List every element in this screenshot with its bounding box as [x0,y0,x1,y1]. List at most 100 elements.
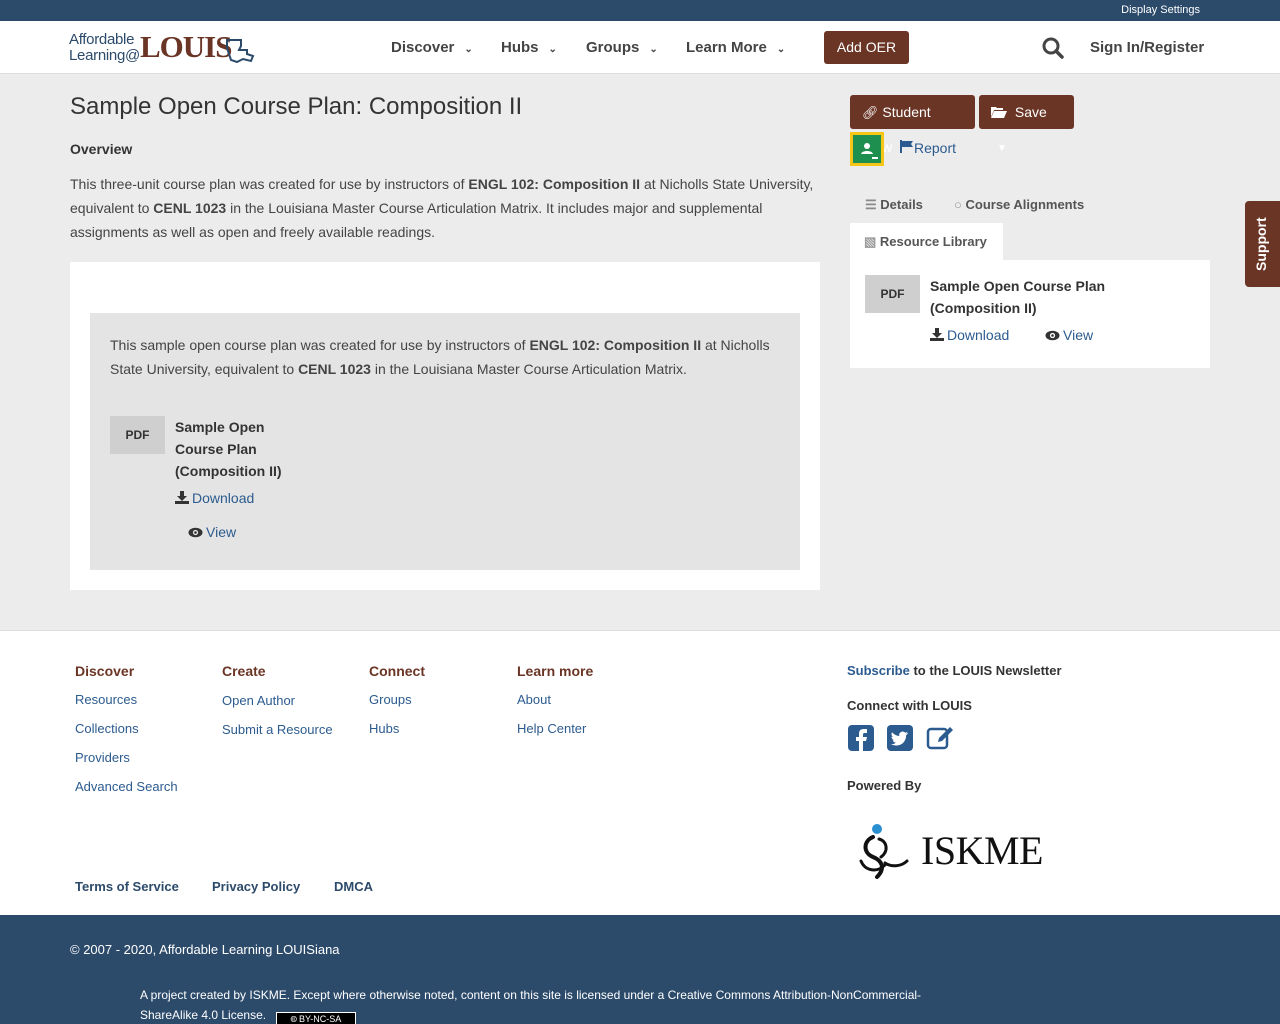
resource-section: This sample open course plan was created… [90,313,800,570]
facebook-icon[interactable] [847,724,875,752]
newsletter-line: Subscribe to the LOUIS Newsletter [847,663,1062,678]
download-label: Download [947,327,1010,343]
footer-link-groups[interactable]: Groups [369,692,412,707]
page-title: Sample Open Course Plan: Composition II [70,93,523,120]
link-icon: 🔗︎ [862,105,879,120]
section-cenl-code: CENL 1023 [298,361,371,377]
overview-heading: Overview [70,141,133,157]
tab-course-alignments[interactable]: ○ Course Alignments [954,197,1084,212]
eye-icon [188,527,203,538]
download-icon [175,491,189,504]
nav-hubs[interactable]: Hubs ⌄ [501,21,557,74]
view-label: View [206,524,237,540]
license-text: A project created by ISKME. Except where… [140,985,940,1024]
footer-heading-connect: Connect [369,663,425,679]
save-label: Save [1014,104,1047,120]
support-tab-button[interactable]: Support [1245,201,1280,287]
resource-title[interactable]: Sample Open Course Plan (Composition II) [930,275,1130,319]
tab-details[interactable]: ☰ Details [865,197,923,213]
overview-text-part: This three-unit course plan was created … [70,176,469,192]
download-link[interactable]: Download [930,327,1009,343]
pdf-badge: PDF [865,275,920,313]
license-statement: A project created by ISKME. Except where… [140,988,922,1022]
section-description: This sample open course plan was created… [110,333,780,381]
support-label: Support [1253,217,1269,271]
bottom-copyright-bar: © 2007 - 2020, Affordable Learning LOUIS… [0,915,1280,1024]
iskme-wordmark: ISKME [921,828,1043,873]
eye-icon [1045,330,1060,341]
report-link[interactable]: Report [900,140,956,156]
view-link[interactable]: View [1045,327,1093,343]
site-logo[interactable]: Affordable Learning@ LOUIS [69,29,261,65]
nav-learn-more[interactable]: Learn More ⌄ [686,21,785,74]
tab-alignments-label: Course Alignments [965,197,1085,212]
cc-license-badge[interactable]: 🅭︎ BY-NC-SA [276,1012,357,1024]
nav-groups[interactable]: Groups ⌄ [586,21,658,74]
chevron-down-icon: ⌄ [548,44,557,55]
nav-discover[interactable]: Discover ⌄ [391,21,473,74]
nav-learn-more-label: Learn More [686,39,767,56]
tab-resource-library[interactable]: ▧ Resource Library [850,223,1003,260]
site-footer: Discover Resources Collections Providers… [0,630,1280,915]
student-view-button[interactable]: 🔗︎ Student View [850,95,975,155]
newsletter-text: to the LOUIS Newsletter [909,663,1062,678]
section-text-part: in the Louisiana Master Course Articulat… [370,361,687,377]
google-classroom-share-button[interactable] [850,132,884,166]
circle-icon: ○ [954,197,962,212]
footer-link-open-author[interactable]: Open Author [222,693,295,708]
nav-hubs-label: Hubs [501,39,539,56]
footer-heading-learn-more: Learn more [517,663,594,679]
overview-course-code: ENGL 102: Composition II [468,176,641,192]
add-oer-button[interactable]: Add OER [824,31,909,64]
report-label: Report [914,140,957,156]
cc-icon: 🅭︎ [290,1014,297,1024]
nav-discover-label: Discover [391,39,455,56]
download-link[interactable]: Download [175,490,254,506]
footer-heading-create: Create [222,663,266,679]
pdf-badge: PDF [110,416,165,454]
view-link[interactable]: View [188,524,236,540]
footer-link-resources[interactable]: Resources [75,692,137,707]
subscribe-link[interactable]: Subscribe [847,663,910,678]
footer-link-hubs[interactable]: Hubs [369,721,399,736]
footer-link-privacy[interactable]: Privacy Policy [212,879,300,894]
chevron-down-icon: ⌄ [464,44,473,55]
footer-link-about[interactable]: About [517,692,551,707]
footer-link-terms[interactable]: Terms of Service [75,879,179,894]
footer-link-submit-resource[interactable]: Submit a Resource [222,722,333,737]
save-button[interactable]: Save ▼ [979,95,1074,154]
footer-link-help-center[interactable]: Help Center [517,721,586,736]
search-icon[interactable] [1042,37,1064,59]
footer-link-advanced-search[interactable]: Advanced Search [75,779,178,794]
book-icon: ▧ [864,234,877,249]
section-course-code: ENGL 102: Composition II [529,337,702,353]
footer-link-providers[interactable]: Providers [75,750,130,765]
display-settings-link[interactable]: Display Settings [1121,4,1200,16]
resource-library-panel: PDF Sample Open Course Plan (Composition… [850,260,1210,368]
logo-text-learning: Learning@ [69,47,140,64]
footer-heading-discover: Discover [75,663,135,679]
cc-badge-label: BY-NC-SA [299,1014,342,1024]
twitter-icon[interactable] [886,724,914,752]
main-content-box: This sample open course plan was created… [70,262,820,590]
logo-text-affordable: Affordable [69,31,135,48]
logo-text-louis: LOUIS [140,29,232,64]
list-icon: ☰ [865,197,877,212]
copyright-text: © 2007 - 2020, Affordable Learning LOUIS… [70,942,340,957]
footer-link-collections[interactable]: Collections [75,721,139,736]
google-classroom-icon [853,135,881,163]
view-label: View [1063,327,1094,343]
sign-in-register-link[interactable]: Sign In/Register [1090,21,1204,74]
tab-details-label: Details [880,197,923,212]
powered-by-heading: Powered By [847,778,922,793]
iskme-logo[interactable]: ISKME [855,817,1050,883]
footer-link-dmca[interactable]: DMCA [334,879,373,894]
louisiana-map-icon [226,39,255,63]
download-label: Download [192,490,255,506]
edit-blog-icon[interactable] [926,724,954,752]
flag-icon [900,140,913,153]
nav-groups-label: Groups [586,39,640,56]
folder-open-icon [991,107,1007,118]
resource-title[interactable]: Sample Open Course Plan (Composition II) [175,416,295,482]
main-navbar: Affordable Learning@ LOUIS Discover ⌄ Hub… [0,21,1280,74]
